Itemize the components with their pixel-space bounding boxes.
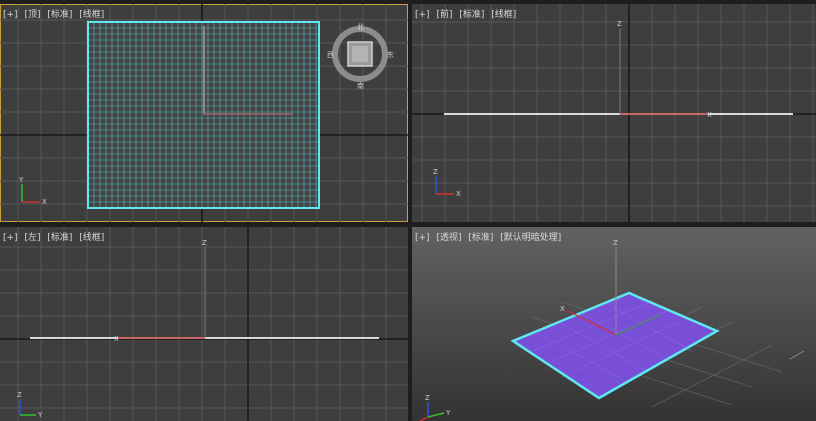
left-grid: Z X Z Y <box>0 227 408 421</box>
gizmo-label-z: Z <box>613 239 618 247</box>
left-grid-lines <box>0 227 408 421</box>
viewport-label-left: [+] [左] [标准] [线框] <box>3 233 104 244</box>
viewport-point-of-view[interactable]: [顶] <box>24 10 40 20</box>
viewport-front[interactable]: Z X Z X [+] [前] [标准] [线框] <box>412 4 816 222</box>
axis-label-y: Y <box>445 409 451 417</box>
viewport-standard[interactable]: [标准] <box>47 10 72 20</box>
axis-label-x: X <box>42 198 47 206</box>
gizmo-label-x: X <box>114 335 119 343</box>
viewcube-north[interactable]: 北 <box>357 23 364 31</box>
viewcube-south[interactable]: 南 <box>357 81 364 90</box>
axis-label-y: Y <box>37 411 43 419</box>
perspective-scene: Z X Z Y <box>412 227 816 421</box>
viewport-shading[interactable]: [线框] <box>79 10 104 20</box>
axis-label-x: X <box>456 190 461 198</box>
viewcube-east[interactable]: 东 <box>387 50 394 59</box>
viewport-perspective[interactable]: Z X Z Y [+] [透视] [标准] [默认明暗处理] <box>412 227 816 421</box>
top-grid: 北 南 西 东 Y X <box>0 4 408 222</box>
viewcube-west[interactable]: 西 <box>327 51 334 59</box>
viewport-menu-plus[interactable]: [+] <box>415 233 430 243</box>
viewport-shading[interactable]: [线框] <box>491 10 516 20</box>
gizmo-label-x: X <box>707 111 712 119</box>
viewport-label-front: [+] [前] [标准] [线框] <box>415 10 516 21</box>
gizmo-label-x: X <box>560 305 565 313</box>
gizmo-label-z: Z <box>617 20 622 28</box>
viewport-standard[interactable]: [标准] <box>459 10 484 20</box>
viewport-standard[interactable]: [标准] <box>468 233 493 243</box>
viewcube[interactable]: 北 南 西 东 <box>327 23 394 90</box>
viewport-standard[interactable]: [标准] <box>47 233 72 243</box>
axis-label-z: Z <box>425 394 430 402</box>
viewport-point-of-view[interactable]: [前] <box>436 10 452 20</box>
viewport-menu-plus[interactable]: [+] <box>3 233 18 243</box>
viewport-menu-plus[interactable]: [+] <box>415 10 430 20</box>
viewport-layout: 北 南 西 东 Y X [+] [顶] [标准] [线框] Z X Z X [+… <box>0 0 816 421</box>
viewport-menu-plus[interactable]: [+] <box>3 10 18 20</box>
viewport-top[interactable]: 北 南 西 东 Y X [+] [顶] [标准] [线框] <box>0 4 408 222</box>
left-gizmo: Z X <box>114 239 207 343</box>
gizmo-label-z: Z <box>202 239 207 247</box>
axis-label-z: Z <box>433 168 438 176</box>
left-main-axes <box>0 227 408 421</box>
axis-tripod-left: Z Y <box>17 391 43 419</box>
viewport-left[interactable]: Z X Z Y [+] [左] [标准] [线框] <box>0 227 408 421</box>
axis-label-y: Y <box>18 176 24 184</box>
front-main-axes <box>412 4 816 222</box>
viewport-point-of-view[interactable]: [透视] <box>436 233 461 243</box>
viewport-label-top: [+] [顶] [标准] [线框] <box>3 10 104 21</box>
viewport-shading[interactable]: [默认明暗处理] <box>500 233 561 243</box>
viewport-point-of-view[interactable]: [左] <box>24 233 40 243</box>
front-grid: Z X Z X <box>412 4 816 222</box>
front-grid-lines <box>412 4 816 222</box>
axis-label-z: Z <box>17 391 22 399</box>
viewport-shading[interactable]: [线框] <box>79 233 104 243</box>
viewport-label-perspective: [+] [透视] [标准] [默认明暗处理] <box>415 233 561 244</box>
